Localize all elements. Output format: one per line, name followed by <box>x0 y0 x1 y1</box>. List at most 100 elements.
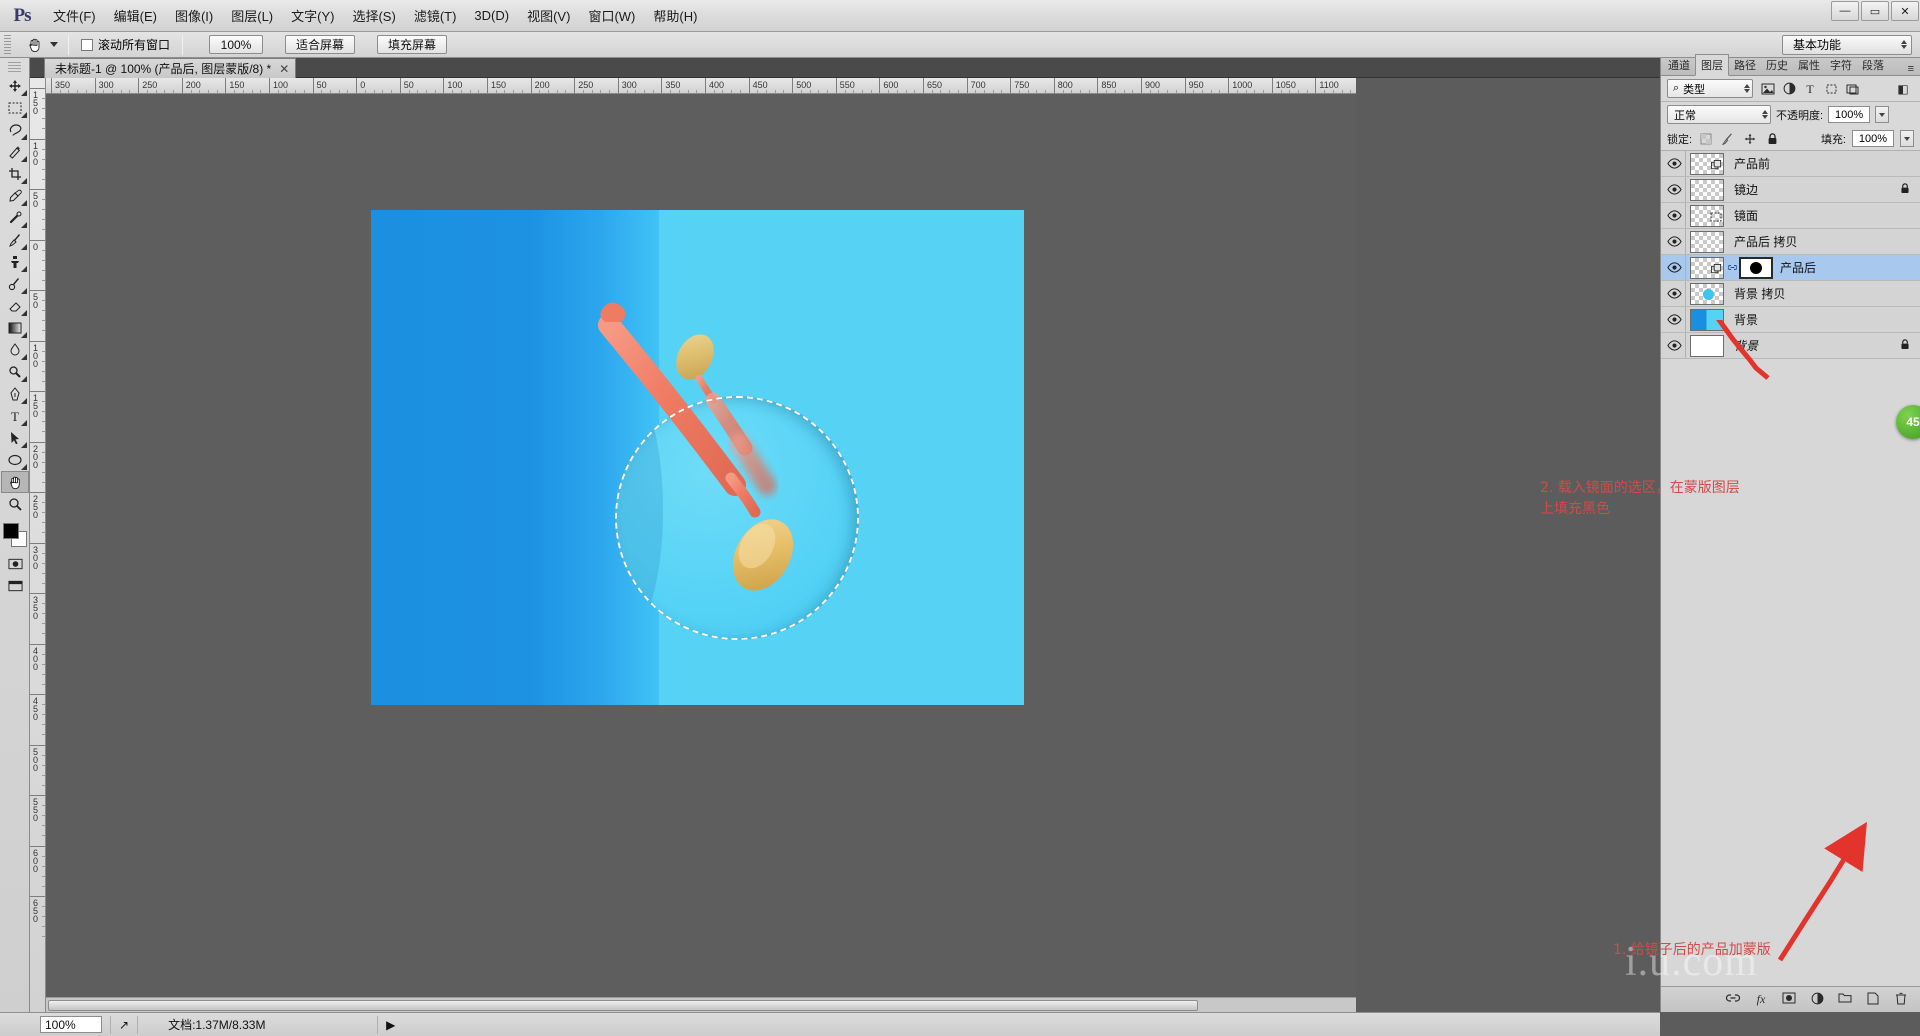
fill-screen-button[interactable]: 填充屏幕 <box>377 35 448 54</box>
layer-visibility-eye-icon[interactable] <box>1663 262 1685 273</box>
document-info-arrow-icon[interactable]: ▶ <box>378 1016 403 1034</box>
layer-row[interactable]: 产品前 <box>1661 151 1920 177</box>
menu-item-filter[interactable]: 滤镜(T) <box>405 2 466 29</box>
chevron-down-icon[interactable] <box>1744 84 1750 93</box>
filter-toggle-icon[interactable]: ◧ <box>1894 80 1912 98</box>
tab-layers[interactable]: 图层 <box>1695 54 1729 76</box>
layer-row[interactable]: 镜面 <box>1661 203 1920 229</box>
adjustment-filter-icon[interactable] <box>1780 80 1798 98</box>
artboard[interactable] <box>371 210 1024 705</box>
layer-thumbnail[interactable] <box>1690 204 1724 227</box>
layer-visibility-eye-icon[interactable] <box>1663 288 1685 299</box>
new-layer-icon[interactable] <box>1865 992 1881 1008</box>
tab-paragraph[interactable]: 段落 <box>1857 55 1889 75</box>
fill-input[interactable]: 100% <box>1852 130 1894 147</box>
lock-transparency-icon[interactable] <box>1698 131 1714 147</box>
layer-thumbnail[interactable] <box>1690 152 1724 175</box>
smart-object-filter-icon[interactable] <box>1843 80 1861 98</box>
lock-all-icon[interactable] <box>1764 131 1780 147</box>
menu-item-view[interactable]: 视图(V) <box>518 2 579 29</box>
layer-thumbnail[interactable] <box>1690 178 1724 201</box>
layer-mask-thumbnail[interactable] <box>1739 256 1773 279</box>
layer-row[interactable]: 产品后 拷贝 <box>1661 229 1920 255</box>
delete-layer-icon[interactable] <box>1893 992 1909 1008</box>
layer-thumbnail[interactable] <box>1690 282 1724 305</box>
layer-name[interactable]: 产品前 <box>1727 155 1770 172</box>
options-bar-grip[interactable] <box>4 34 11 55</box>
layer-row[interactable]: 镜边 <box>1661 177 1920 203</box>
close-icon[interactable]: ✕ <box>279 63 289 75</box>
layer-visibility-eye-icon[interactable] <box>1663 158 1685 169</box>
tool-pen[interactable] <box>1 383 29 405</box>
layer-thumbnail[interactable] <box>1690 334 1724 357</box>
shape-filter-icon[interactable] <box>1822 80 1840 98</box>
tool-gradient[interactable] <box>1 317 29 339</box>
tool-dodge[interactable] <box>1 361 29 383</box>
layer-thumbnail[interactable] <box>1690 308 1724 331</box>
foreground-color-swatch[interactable] <box>3 523 19 539</box>
layer-visibility-eye-icon[interactable] <box>1663 340 1685 351</box>
menu-item-edit[interactable]: 编辑(E) <box>105 2 166 29</box>
tab-properties[interactable]: 属性 <box>1793 55 1825 75</box>
layer-name[interactable]: 背景 拷贝 <box>1727 285 1785 302</box>
tool-eraser[interactable] <box>1 295 29 317</box>
tab-channels[interactable]: 通道 <box>1663 55 1695 75</box>
layer-row[interactable]: 产品后 <box>1661 255 1920 281</box>
color-swatches[interactable] <box>1 521 29 549</box>
panel-menu-icon[interactable]: ≡ <box>1908 63 1920 75</box>
tool-type[interactable]: T <box>1 405 29 427</box>
maximize-button[interactable]: ▭ <box>1861 1 1889 21</box>
minimize-button[interactable]: — <box>1831 1 1859 21</box>
layer-filter-type-select[interactable]: ⌕ 类型 <box>1667 79 1753 98</box>
tool-spot-healing[interactable] <box>1 207 29 229</box>
tool-move[interactable] <box>1 75 29 97</box>
canvas-area[interactable] <box>46 94 1356 1012</box>
menu-item-3d[interactable]: 3D(D) <box>465 4 518 27</box>
link-layers-icon[interactable] <box>1725 992 1741 1007</box>
workspace-selector[interactable]: 基本功能 <box>1782 34 1912 55</box>
blend-mode-chevron-icon[interactable] <box>1762 110 1768 119</box>
fit-screen-button[interactable]: 适合屏幕 <box>285 35 356 54</box>
tool-brush[interactable] <box>1 229 29 251</box>
tool-hand[interactable] <box>1 471 29 493</box>
close-button[interactable]: ✕ <box>1891 1 1919 21</box>
layer-row[interactable]: 背景 拷贝 <box>1661 281 1920 307</box>
layer-visibility-eye-icon[interactable] <box>1663 314 1685 325</box>
tool-eyedropper[interactable] <box>1 185 29 207</box>
canvas-horizontal-scrollbar[interactable] <box>46 997 1356 1012</box>
tool-blur[interactable] <box>1 339 29 361</box>
layer-name[interactable]: 产品后 <box>1773 259 1816 276</box>
scroll-all-windows-checkbox[interactable] <box>81 38 93 51</box>
quick-mask-toggle-icon[interactable] <box>1 553 29 575</box>
type-filter-icon[interactable]: T <box>1801 80 1819 98</box>
active-tool-preview[interactable] <box>19 34 62 56</box>
tab-character[interactable]: 字符 <box>1825 55 1857 75</box>
scroll-all-windows-option[interactable]: 滚动所有窗口 <box>75 36 176 53</box>
menu-item-select[interactable]: 选择(S) <box>343 2 404 29</box>
tab-paths[interactable]: 路径 <box>1729 55 1761 75</box>
horizontal-ruler[interactable]: 350 300 250 200 150 100 50 0 50 100 150 200 250 300 35… <box>46 78 1356 94</box>
mask-link-icon[interactable] <box>1727 262 1737 274</box>
lock-image-icon[interactable] <box>1720 131 1736 147</box>
layer-thumbnail[interactable] <box>1690 256 1724 279</box>
tool-marquee[interactable] <box>1 97 29 119</box>
tool-path-selection[interactable] <box>1 427 29 449</box>
menu-item-window[interactable]: 窗口(W) <box>579 2 644 29</box>
zoom-level-input[interactable]: 100% <box>40 1016 102 1033</box>
opacity-chevron-down-icon[interactable] <box>1875 106 1890 123</box>
layer-name[interactable]: 背景 <box>1727 337 1758 354</box>
scrollbar-thumb[interactable] <box>48 1000 1198 1011</box>
menu-item-help[interactable]: 帮助(H) <box>644 2 706 29</box>
document-tab[interactable]: 未标题-1 @ 100% (产品后, 图层蒙版/8) * ✕ <box>44 58 297 78</box>
zoom-100-button[interactable]: 100% <box>209 35 264 54</box>
layers-list[interactable]: 产品前 镜边 镜面 产品后 拷贝 产品后 背景 拷贝 背景 背景 <box>1661 151 1920 359</box>
fill-chevron-down-icon[interactable] <box>1900 130 1914 147</box>
toolbox-grip[interactable] <box>8 62 21 72</box>
opacity-input[interactable]: 100% <box>1828 106 1871 123</box>
adjustment-layer-icon[interactable] <box>1809 992 1825 1008</box>
layer-name[interactable]: 镜面 <box>1727 207 1758 224</box>
tool-crop[interactable] <box>1 163 29 185</box>
layer-row[interactable]: 背景 <box>1661 307 1920 333</box>
tool-lasso[interactable] <box>1 119 29 141</box>
tool-clone-stamp[interactable] <box>1 251 29 273</box>
